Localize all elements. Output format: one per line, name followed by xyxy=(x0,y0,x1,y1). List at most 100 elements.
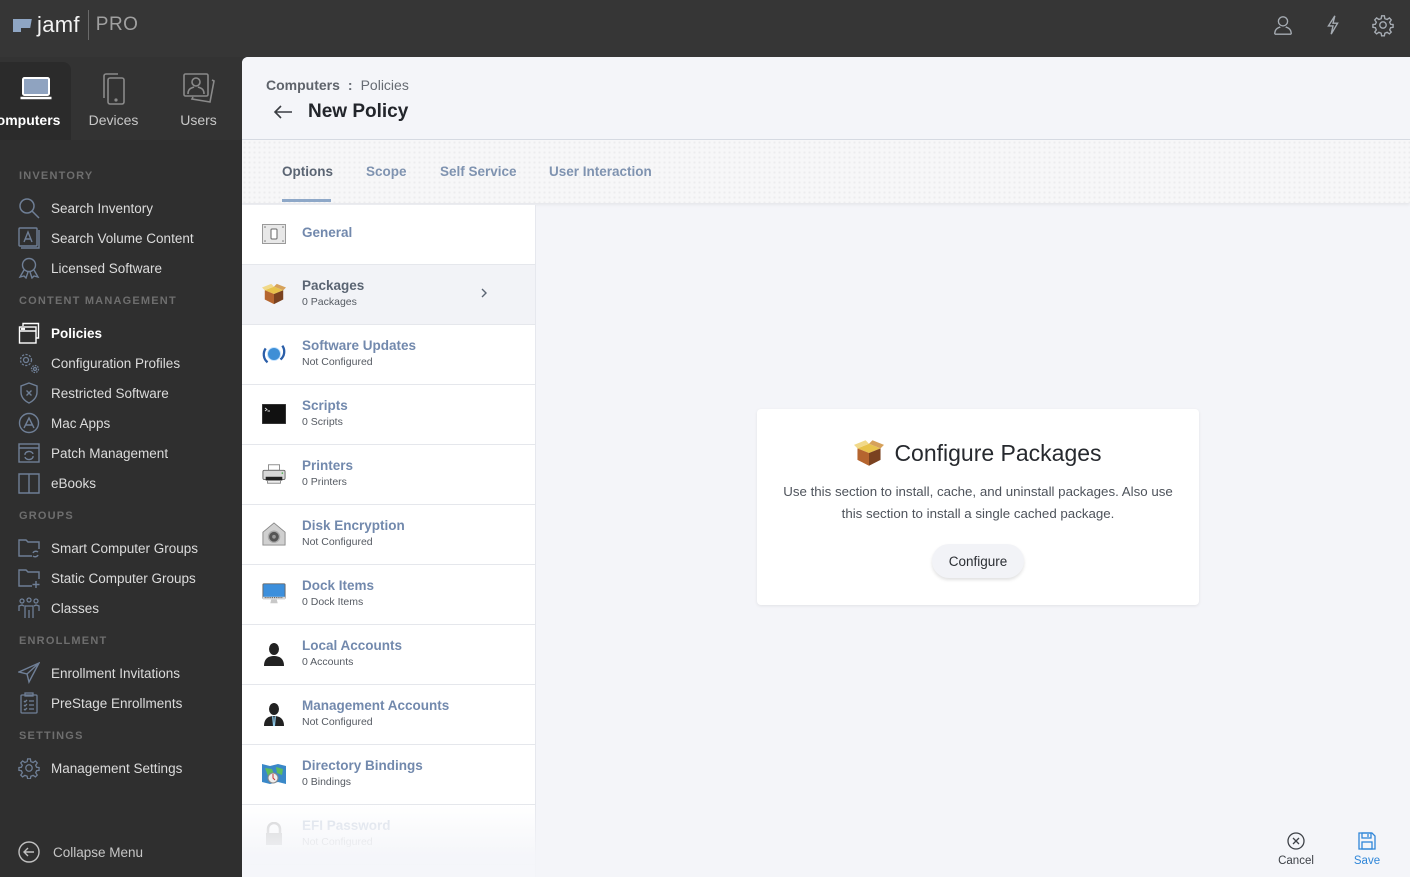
option-title: General xyxy=(302,225,353,240)
option-subtitle: 0 Dock Items xyxy=(302,596,364,608)
option-subtitle: 0 Scripts xyxy=(302,416,343,428)
clipboard-icon xyxy=(20,692,38,714)
option-subtitle: Not Configured xyxy=(302,716,373,728)
category-tabs: Computers Devices Users xyxy=(0,62,241,140)
sidebar-item-label: Configuration Profiles xyxy=(51,355,181,371)
lock-icon xyxy=(266,822,282,845)
category-tab-label: Devices xyxy=(88,112,139,128)
devices-icon xyxy=(102,73,125,105)
option-efi-password[interactable]: EFI Password Not Configured xyxy=(242,805,535,865)
windows-icon xyxy=(18,322,40,344)
option-dock-items[interactable]: Dock Items 0 Dock Items xyxy=(242,565,535,625)
user-icon[interactable] xyxy=(1272,13,1294,37)
shield-x-icon xyxy=(20,382,38,404)
sidebar-item-label: Smart Computer Groups xyxy=(51,540,199,556)
book-icon xyxy=(18,473,40,494)
option-general[interactable]: General xyxy=(242,205,535,265)
section-heading-groups: GROUPS xyxy=(19,510,74,522)
sidebar-item-policies[interactable]: Policies xyxy=(17,319,237,347)
sidebar-item-label: Patch Management xyxy=(51,445,169,461)
breadcrumb-policies[interactable]: Policies xyxy=(361,77,409,93)
static-folder-icon xyxy=(18,569,40,588)
option-packages[interactable]: Packages 0 Packages xyxy=(242,265,535,325)
option-local-accounts[interactable]: Local Accounts 0 Accounts xyxy=(242,625,535,685)
back-arrow-icon[interactable] xyxy=(272,102,294,122)
option-title: Disk Encryption xyxy=(302,518,405,533)
option-subtitle: 0 Accounts xyxy=(302,656,354,668)
option-title: Local Accounts xyxy=(302,638,403,653)
option-management-accounts[interactable]: Management Accounts Not Configured xyxy=(242,685,535,745)
option-title: Management Accounts xyxy=(302,698,450,713)
main-content: Computers : Policies New Policy Options … xyxy=(242,57,1410,877)
option-printers[interactable]: Printers 0 Printers xyxy=(242,445,535,505)
sidebar-item-static-computer-groups[interactable]: Static Computer Groups xyxy=(17,564,237,592)
tab-user-interaction[interactable]: User Interaction xyxy=(549,164,652,179)
chevron-right-icon xyxy=(481,288,487,298)
breadcrumb: Computers : Policies xyxy=(266,77,409,93)
logo-divider xyxy=(87,10,89,40)
sidebar-item-label: Classes xyxy=(51,600,100,616)
tab-options[interactable]: Options xyxy=(282,164,333,179)
configure-packages-card: Configure Packages Use this section to i… xyxy=(757,409,1199,605)
collapse-menu-button[interactable]: Collapse Menu xyxy=(17,840,143,864)
jamf-logo-icon xyxy=(13,16,33,34)
gears-icon xyxy=(19,353,40,374)
sidebar-item-mac-apps[interactable]: Mac Apps xyxy=(17,409,237,437)
category-tab-users[interactable]: Users xyxy=(156,62,241,140)
tab-self-service[interactable]: Self Service xyxy=(440,164,517,179)
configure-button[interactable]: Configure xyxy=(932,544,1024,578)
policy-tabs: Options Scope Self Service User Interact… xyxy=(242,140,1410,203)
directory-map-icon xyxy=(262,764,286,784)
software-update-icon xyxy=(262,345,286,364)
option-title: Software Updates xyxy=(302,338,417,353)
option-title: Packages xyxy=(302,278,365,293)
option-disk-encryption[interactable]: Disk Encryption Not Configured xyxy=(242,505,535,565)
breadcrumb-computers[interactable]: Computers xyxy=(266,77,340,93)
app-store-icon xyxy=(18,227,40,249)
option-title: Printers xyxy=(302,458,354,473)
save-disk-icon xyxy=(1358,832,1376,850)
sidebar-item-search-volume-content[interactable]: Search Volume Content xyxy=(17,224,237,252)
category-tab-devices[interactable]: Devices xyxy=(71,62,156,140)
manager-icon xyxy=(264,703,284,726)
option-subtitle: Not Configured xyxy=(302,536,373,548)
active-tab-indicator xyxy=(282,199,331,202)
option-subtitle: Not Configured xyxy=(302,356,373,368)
sidebar-item-enrollment-invitations[interactable]: Enrollment Invitations xyxy=(17,659,237,687)
save-button[interactable]: Save xyxy=(1352,831,1382,867)
sidebar-item-configuration-profiles[interactable]: Configuration Profiles xyxy=(17,349,237,377)
sidebar-item-ebooks[interactable]: eBooks xyxy=(17,469,237,497)
option-title: Directory Bindings xyxy=(302,758,423,773)
cancel-button[interactable]: Cancel xyxy=(1276,831,1316,867)
sidebar-item-classes[interactable]: Classes xyxy=(17,594,237,622)
jamf-pro-logo[interactable]: jamf PRO xyxy=(13,10,139,40)
card-description: Use this section to install, cache, and … xyxy=(783,484,1173,521)
sidebar-item-prestage-enrollments[interactable]: PreStage Enrollments xyxy=(17,689,237,717)
option-title: Dock Items xyxy=(302,578,375,593)
category-tab-computers[interactable]: Computers xyxy=(0,62,71,140)
option-directory-bindings[interactable]: Directory Bindings 0 Bindings xyxy=(242,745,535,805)
imac-icon xyxy=(262,583,286,604)
category-tab-label: Computers xyxy=(0,112,61,128)
sidebar-item-restricted-software[interactable]: Restricted Software xyxy=(17,379,237,407)
breadcrumb-separator: : xyxy=(347,77,353,93)
person-icon xyxy=(264,643,284,666)
lightning-icon[interactable] xyxy=(1322,13,1344,37)
gear-icon[interactable] xyxy=(1372,13,1394,37)
sidebar-item-label: Policies xyxy=(51,325,103,341)
sidebar-item-management-settings[interactable]: Management Settings xyxy=(17,754,237,782)
section-heading-enrollment: ENROLLMENT xyxy=(19,635,108,647)
option-scripts[interactable]: Scripts 0 Scripts xyxy=(242,385,535,445)
tab-scope[interactable]: Scope xyxy=(366,164,407,179)
logo-suffix: PRO xyxy=(95,14,139,35)
option-software-updates[interactable]: Software Updates Not Configured xyxy=(242,325,535,385)
app-store-circle-icon xyxy=(18,412,40,434)
sidebar-item-label: Licensed Software xyxy=(51,260,163,276)
sidebar-item-label: Static Computer Groups xyxy=(51,570,196,586)
sidebar-item-label: Mac Apps xyxy=(51,415,111,431)
package-icon xyxy=(854,440,885,466)
sidebar-item-patch-management[interactable]: Patch Management xyxy=(17,439,237,467)
sidebar-item-search-inventory[interactable]: Search Inventory xyxy=(17,194,237,222)
sidebar-item-smart-computer-groups[interactable]: Smart Computer Groups xyxy=(17,534,237,562)
sidebar-item-licensed-software[interactable]: Licensed Software xyxy=(17,254,237,282)
